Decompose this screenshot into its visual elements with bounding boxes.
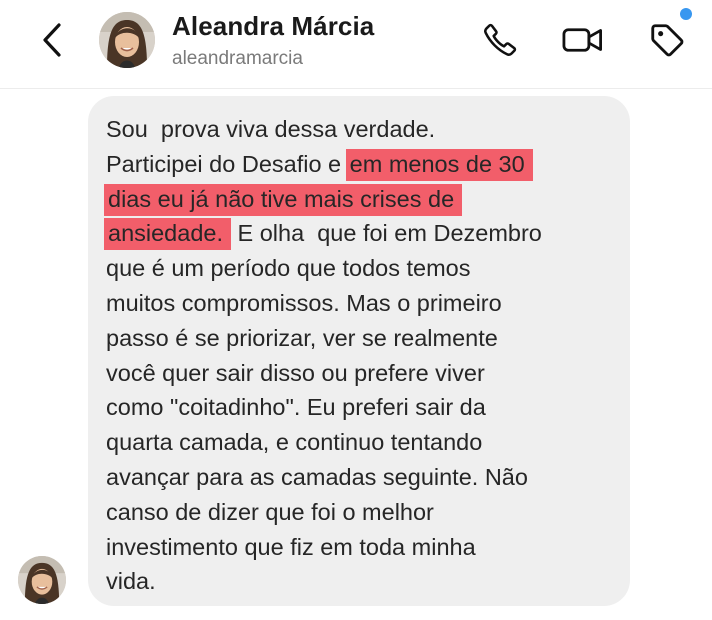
message-line-segment: Participei do Desafio e <box>106 150 348 177</box>
message-line: quarta camada, e continuo tentando <box>106 429 483 456</box>
message-line: muitos compromissos. Mas o primeiro <box>106 289 502 316</box>
message-line: vida. <box>106 568 156 595</box>
message-line: que é um período que todos temos <box>106 255 471 282</box>
highlighted-text: em menos de 30 <box>345 148 533 181</box>
message-line-segment: E olha que foi em Dezembro <box>231 220 542 247</box>
message-line: investimento que fiz em toda minha <box>106 533 476 560</box>
message-line: avançar para as camadas seguinte. Não <box>106 463 528 490</box>
video-camera-icon <box>562 28 602 52</box>
message-line: ansiedade. E olha que foi em Dezembro <box>104 216 626 251</box>
message-line: dias eu já não tive mais crises de <box>104 182 626 217</box>
contact-handle: aleandramarcia <box>172 48 303 69</box>
message-line: você quer sair disso ou prefere viver <box>106 359 485 386</box>
tag-button[interactable] <box>645 18 689 62</box>
call-button[interactable] <box>478 18 522 62</box>
phone-icon <box>484 23 517 56</box>
tag-icon <box>651 24 684 57</box>
chat-header: Aleandra Márcia aleandramarcia <box>0 0 712 89</box>
message-line: Sou prova viva dessa verdade. <box>106 116 436 142</box>
message-text: Sou prova viva dessa verdade. Participei… <box>104 112 626 599</box>
message-line: canso de dizer que foi o melhor <box>106 498 434 525</box>
contact-name[interactable]: Aleandra Márcia <box>172 11 374 42</box>
message-line: como "coitadinho". Eu preferi sair da <box>106 394 486 421</box>
back-button[interactable] <box>34 20 70 60</box>
notification-dot <box>680 8 692 20</box>
highlighted-text: dias eu já não tive mais crises de <box>104 183 463 216</box>
message-line: passo é se priorizar, ver se realmente <box>106 324 498 351</box>
sender-avatar[interactable] <box>18 556 66 604</box>
video-call-button[interactable] <box>561 18 605 62</box>
message-line: Participei do Desafio e em menos de 30 <box>106 147 626 182</box>
highlighted-text: ansiedade. <box>104 218 231 251</box>
chevron-left-icon <box>43 23 61 57</box>
contact-avatar[interactable] <box>99 12 155 68</box>
